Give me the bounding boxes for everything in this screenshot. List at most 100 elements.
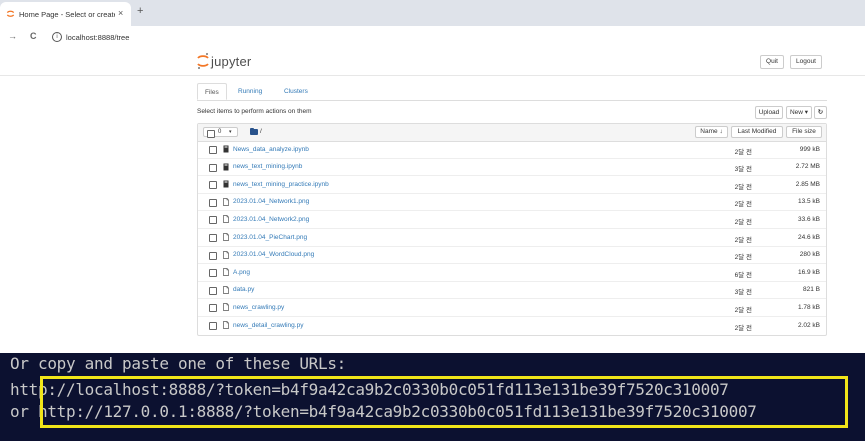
row-checkbox[interactable] xyxy=(209,304,217,313)
tab-clusters[interactable]: Clusters xyxy=(277,83,315,100)
row-checkbox[interactable] xyxy=(209,251,217,260)
sort-by-modified-button[interactable]: Last Modified xyxy=(731,126,783,138)
file-size: 16.9 kB xyxy=(797,268,820,276)
refresh-icon: ↻ xyxy=(817,109,824,116)
file-modified: 2달 전 xyxy=(734,218,752,226)
table-row[interactable]: 2023.01.04_Network1.png 2달 전 13.5 kB xyxy=(198,194,826,212)
file-size: 2.02 kB xyxy=(797,321,820,329)
file-name-link[interactable]: 2023.01.04_Network2.png xyxy=(233,216,309,223)
terminal-window: Or copy and paste one of these URLs: htt… xyxy=(0,353,865,441)
file-name-link[interactable]: news_text_mining.ipynb xyxy=(233,163,302,170)
reload-icon[interactable]: C xyxy=(30,31,37,41)
file-name-link[interactable]: 2023.01.04_PieChart.png xyxy=(233,234,307,241)
file-name-link[interactable]: news_text_mining_practice.ipynb xyxy=(233,181,329,188)
breadcrumb-root[interactable]: / xyxy=(260,128,262,135)
selected-count: 0 xyxy=(218,129,222,135)
file-icon xyxy=(223,197,229,206)
file-list-header: 0 ▾ / Name ↓ Last Modified File size xyxy=(198,124,826,142)
file-modified: 2달 전 xyxy=(734,148,752,156)
file-name-link[interactable]: 2023.01.04_WordCloud.png xyxy=(233,251,314,258)
table-row[interactable]: news_detail_crawling.py 2달 전 2.02 kB xyxy=(198,317,826,335)
file-icon xyxy=(223,215,229,224)
file-modified: 3달 전 xyxy=(734,289,752,297)
row-checkbox[interactable] xyxy=(209,322,217,330)
file-icon xyxy=(223,233,229,241)
jupyter-favicon-icon xyxy=(6,10,15,17)
table-row[interactable]: A.png 6달 전 16.9 kB xyxy=(198,264,826,282)
quit-button[interactable]: Quit xyxy=(760,55,784,69)
browser-tab-title: Home Page - Select or create xyxy=(19,9,115,19)
tab-files[interactable]: Files xyxy=(197,83,227,100)
jupyter-logo[interactable]: jupyter xyxy=(197,51,257,73)
select-all-dropdown[interactable]: 0 ▾ xyxy=(203,127,238,138)
jupyter-tabs: Files Running Clusters xyxy=(197,83,827,101)
row-checkbox[interactable] xyxy=(209,163,217,172)
notebook-icon xyxy=(223,145,229,153)
file-size: 1.78 kB xyxy=(797,303,820,311)
row-checkbox[interactable] xyxy=(209,234,217,242)
file-icon xyxy=(223,303,229,312)
folder-icon[interactable] xyxy=(250,127,258,135)
file-size: 821 B xyxy=(803,286,820,294)
notebook-icon xyxy=(223,180,229,188)
tab-close-icon[interactable]: × xyxy=(118,8,123,18)
url-field[interactable]: localhost:8888/tree xyxy=(66,33,129,42)
forward-arrow-icon[interactable]: → xyxy=(8,31,17,41)
file-size: 280 kB xyxy=(799,251,820,259)
refresh-button[interactable]: ↻ xyxy=(814,106,827,119)
file-modified: 6달 전 xyxy=(734,271,752,279)
selection-hint: Select items to perform actions on them xyxy=(197,108,312,115)
row-checkbox[interactable] xyxy=(209,146,217,154)
jupyter-header: jupyter Quit Logout xyxy=(0,48,865,76)
logout-button[interactable]: Logout xyxy=(790,55,822,69)
new-dropdown-button[interactable]: New ▾ xyxy=(786,106,812,119)
table-row[interactable]: 2023.01.04_WordCloud.png 2달 전 280 kB xyxy=(198,247,826,265)
table-row[interactable]: data.py 3달 전 821 B xyxy=(198,282,826,300)
file-modified: 3달 전 xyxy=(734,166,752,174)
select-all-checkbox[interactable] xyxy=(207,129,215,138)
table-row[interactable]: news_text_mining.ipynb 3달 전 2.72 MB xyxy=(198,159,826,177)
file-name-link[interactable]: 2023.01.04_Network1.png xyxy=(233,198,309,205)
address-bar: → C i localhost:8888/tree xyxy=(0,26,865,49)
new-tab-icon[interactable]: + xyxy=(137,5,143,17)
tab-running[interactable]: Running xyxy=(231,83,269,100)
file-icon xyxy=(223,285,229,294)
file-size: 13.5 kB xyxy=(797,198,820,206)
highlight-box xyxy=(40,376,848,428)
jupyter-logo-icon xyxy=(197,53,209,69)
browser-tab-strip: Home Page - Select or create × + xyxy=(0,0,865,26)
file-name-link[interactable]: data.py xyxy=(233,286,254,293)
file-icon xyxy=(223,250,229,259)
table-row[interactable]: news_text_mining_practice.ipynb 2달 전 2.85 … xyxy=(198,176,826,194)
browser-tab[interactable]: Home Page - Select or create × xyxy=(0,2,131,26)
file-list: 0 ▾ / Name ↓ Last Modified File size New… xyxy=(197,123,827,336)
sort-by-size-button[interactable]: File size xyxy=(786,126,822,138)
terminal-line-1: Or copy and paste one of these URLs: xyxy=(10,354,346,373)
upload-button[interactable]: Upload xyxy=(755,106,783,119)
separator xyxy=(0,339,865,353)
file-modified: 2달 전 xyxy=(734,324,752,332)
file-name-link[interactable]: news_detail_crawling.py xyxy=(233,322,303,329)
file-name-link[interactable]: news_crawling.py xyxy=(233,304,284,311)
site-info-icon[interactable]: i xyxy=(52,32,62,42)
jupyter-logo-text: jupyter xyxy=(211,54,252,69)
table-row[interactable]: News_data_analyze.ipynb 2달 전 999 kB xyxy=(198,141,826,159)
row-checkbox[interactable] xyxy=(209,216,217,225)
notebook-icon xyxy=(223,163,229,171)
row-checkbox[interactable] xyxy=(209,286,217,295)
file-name-link[interactable]: A.png xyxy=(233,269,250,276)
table-row[interactable]: news_crawling.py 2달 전 1.78 kB xyxy=(198,299,826,317)
file-size: 999 kB xyxy=(799,145,820,153)
row-checkbox[interactable] xyxy=(209,181,217,190)
file-name-link[interactable]: News_data_analyze.ipynb xyxy=(233,146,309,153)
file-modified: 2달 전 xyxy=(734,306,752,314)
table-row[interactable]: 2023.01.04_PieChart.png 2달 전 24.6 kB xyxy=(198,229,826,247)
file-modified: 2달 전 xyxy=(734,183,752,191)
table-row[interactable]: 2023.01.04_Network2.png 2달 전 33.6 kB xyxy=(198,211,826,229)
row-checkbox[interactable] xyxy=(209,198,217,207)
file-icon xyxy=(223,321,229,329)
sort-by-name-button[interactable]: Name ↓ xyxy=(695,126,728,138)
row-checkbox[interactable] xyxy=(209,269,217,278)
file-size: 2.85 MB xyxy=(795,180,820,188)
file-modified: 2달 전 xyxy=(734,254,752,262)
